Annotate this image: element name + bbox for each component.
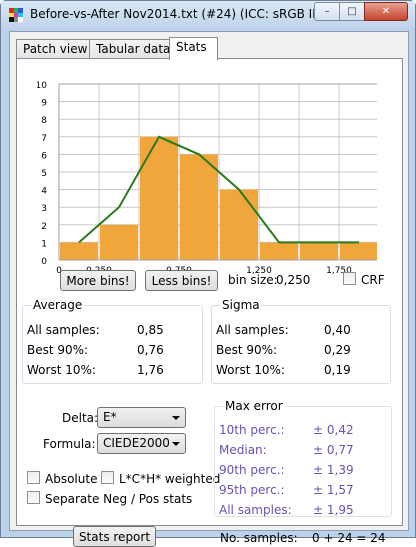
lch-weighted-label: L*C*H* weighted	[119, 472, 221, 486]
histogram-bar	[140, 136, 178, 260]
histogram-bar	[180, 154, 218, 260]
histogram-bar	[300, 242, 338, 260]
sigma-best-value: 0,29	[324, 343, 351, 357]
lch-weighted-checkbox[interactable]	[101, 471, 114, 484]
histogram-bar	[260, 242, 298, 260]
bin-size-value: 0,250	[276, 273, 311, 287]
y-tick-label: 6	[41, 151, 47, 161]
stats-panel: 01234567891000,2500,7501,2501,750 More b…	[16, 58, 403, 547]
max-error-90th-label: 90th perc.:	[219, 463, 285, 477]
average-all-value: 0,85	[137, 323, 164, 337]
max-error-95th-label: 95th perc.:	[219, 483, 285, 497]
formula-select[interactable]: CIEDE2000	[97, 433, 186, 454]
max-error-median-label: Median:	[219, 443, 267, 457]
window-title: Before-vs-After Nov2014.txt (#24) (ICC: …	[30, 7, 316, 21]
crf-label: CRF	[361, 273, 385, 287]
histogram-bar	[340, 242, 377, 260]
formula-label: Formula:	[43, 437, 96, 451]
title-bar[interactable]: Before-vs-After Nov2014.txt (#24) (ICC: …	[1, 1, 415, 29]
sigma-best-label: Best 90%:	[216, 343, 278, 357]
max-error-all-value: ± 1,95	[313, 503, 354, 517]
sigma-group: Sigma All samples: 0,40 Best 90%: 0,29 W…	[211, 298, 391, 384]
max-error-median-value: ± 0,77	[313, 443, 354, 457]
histogram-chart: 01234567891000,2500,7501,2501,750	[37, 81, 377, 274]
stats-report-button[interactable]: Stats report	[73, 526, 156, 547]
average-best-label: Best 90%:	[27, 343, 89, 357]
samples-label: No. samples:	[220, 531, 298, 545]
sigma-all-label: All samples:	[216, 323, 289, 337]
y-tick-label: 8	[41, 116, 47, 126]
delta-select-value: E*	[103, 410, 117, 424]
histogram-bar	[220, 189, 258, 260]
sigma-all-value: 0,40	[324, 323, 351, 337]
max-error-10th-value: ± 0,42	[313, 423, 354, 437]
tab-tabular-data[interactable]: Tabular data	[89, 39, 170, 59]
average-all-label: All samples:	[27, 323, 100, 337]
absolute-checkbox[interactable]	[27, 471, 40, 484]
formula-select-value: CIEDE2000	[103, 436, 170, 450]
histogram-bar	[100, 224, 138, 260]
chevron-down-icon	[172, 442, 180, 446]
y-tick-label: 4	[41, 187, 47, 197]
y-tick-label: 0	[41, 257, 47, 267]
histogram-bar	[60, 242, 98, 260]
samples-value: 0 + 24 = 24	[312, 531, 386, 545]
separate-neg-pos-checkbox[interactable]	[27, 491, 40, 504]
chevron-down-icon	[172, 416, 180, 420]
client-area: Patch view Tabular data Stats 0 1 2 3 4 5 6 7 8 9…	[9, 31, 409, 547]
more-bins-button[interactable]: More bins!	[60, 270, 136, 291]
tab-stats[interactable]: Stats	[169, 37, 218, 60]
y-tick-label: 5	[41, 169, 47, 179]
average-title: Average	[31, 298, 85, 312]
minimize-button[interactable]: –	[314, 2, 340, 21]
crf-checkbox[interactable]	[343, 272, 356, 285]
sigma-worst-value: 0,19	[324, 363, 351, 377]
separate-neg-pos-label: Separate Neg / Pos stats	[45, 492, 193, 506]
max-error-10th-label: 10th perc.:	[219, 423, 285, 437]
app-color-grid-icon[interactable]	[9, 8, 23, 22]
delta-select[interactable]: E*	[97, 407, 186, 428]
less-bins-button[interactable]: Less bins!	[145, 270, 218, 291]
sigma-title: Sigma	[220, 298, 262, 312]
max-error-title: Max error	[223, 399, 285, 413]
average-group: Average All samples: 0,85 Best 90%: 0,76…	[22, 298, 203, 384]
delta-label: Delta:	[62, 411, 99, 425]
tab-patch-view[interactable]: Patch view	[16, 39, 90, 59]
max-error-90th-value: ± 1,39	[313, 463, 354, 477]
y-tick-label: 3	[41, 204, 47, 214]
absolute-label: Absolute	[45, 472, 98, 486]
app-window: Before-vs-After Nov2014.txt (#24) (ICC: …	[0, 0, 416, 547]
average-worst-value: 1,76	[137, 363, 164, 377]
max-error-all-label: All samples:	[219, 503, 292, 517]
y-tick-label: 1	[41, 239, 47, 249]
max-error-95th-value: ± 1,57	[313, 483, 354, 497]
y-tick-label: 9	[41, 99, 47, 109]
bin-size-label: bin size:	[228, 273, 278, 287]
sigma-worst-label: Worst 10%:	[216, 363, 285, 377]
maximize-button[interactable]: □	[339, 2, 365, 21]
average-best-value: 0,76	[137, 343, 164, 357]
y-tick-label: 10	[37, 81, 47, 91]
close-button[interactable]: ✕	[364, 2, 408, 21]
average-worst-label: Worst 10%:	[27, 363, 96, 377]
max-error-group: Max error 10th perc.: ± 0,42 Median: ± 0…	[214, 399, 392, 517]
y-tick-label: 7	[41, 134, 47, 144]
y-tick-label: 2	[41, 222, 47, 232]
